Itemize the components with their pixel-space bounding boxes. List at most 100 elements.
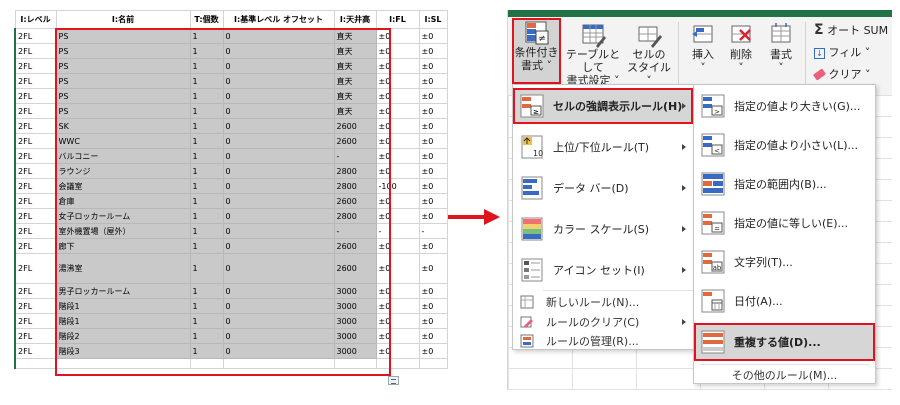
table-cell[interactable]: 2600 [333,253,377,284]
table-cell[interactable]: ±0 [375,103,420,119]
fill-button[interactable]: ↓ フィル ˅ [814,44,870,60]
table-cell[interactable]: 2FL [14,88,57,104]
submenu-item-less-than[interactable]: < 指定の値より小さい(L)... [694,127,875,163]
table-cell[interactable]: WWC [55,133,191,149]
table-cell[interactable]: ±0 [418,118,448,134]
table-cell[interactable]: 2600 [333,238,377,254]
table-cell[interactable]: ±0 [418,253,448,284]
table-cell[interactable]: ±0 [375,148,420,164]
table-cell[interactable]: - [333,223,377,239]
table-cell[interactable]: ±0 [418,193,448,209]
table-cell[interactable]: 1 [189,253,224,284]
table-cell[interactable]: 0 [222,133,335,149]
header-cell[interactable]: I:基準レベル オフセット [222,10,335,29]
table-cell[interactable]: 0 [222,163,335,179]
submenu-item-equal-to[interactable]: = 指定の値に等しい(E)... [694,205,875,241]
table-cell[interactable]: PS [55,43,191,59]
table-cell[interactable]: SK [55,118,191,134]
table-cell[interactable]: ±0 [375,133,420,149]
table-cell[interactable]: ±0 [418,73,448,89]
table-cell[interactable]: 直天 [333,58,377,74]
submenu-item-greater-than[interactable]: > 指定の値より大きい(G)... [694,88,875,124]
table-cell[interactable]: 0 [222,208,335,224]
table-cell[interactable]: ±0 [375,313,420,329]
table-cell[interactable]: 1 [189,148,224,164]
table-cell[interactable]: ±0 [375,298,420,314]
menu-item-data-bars[interactable]: データ バー(D) [513,170,693,206]
table-cell[interactable]: ±0 [418,58,448,74]
table-cell[interactable]: 0 [222,193,335,209]
menu-item-clear-rules[interactable]: ルールのクリア(C) [513,312,693,331]
table-cell[interactable]: 3000 [333,343,377,359]
table-cell[interactable]: - [375,223,420,239]
table-cell[interactable]: 2FL [14,58,57,74]
table-cell[interactable]: 2FL [14,163,57,179]
submenu-item-duplicate-values[interactable]: 重複する値(D)... [694,323,875,361]
table-cell[interactable]: 1 [189,193,224,209]
table-cell[interactable]: 0 [222,223,335,239]
table-cell[interactable]: 3000 [333,328,377,344]
table-cell[interactable]: 2800 [333,178,377,194]
menu-item-color-scales[interactable]: カラー スケール(S) [513,211,693,247]
table-cell[interactable]: 2800 [333,163,377,179]
menu-item-highlight-cells-rules[interactable]: ≥ セルの強調表示ルール(H) [513,88,693,124]
table-cell[interactable]: ±0 [418,283,448,299]
table-cell[interactable]: ±0 [418,43,448,59]
table-cell[interactable]: 1 [189,28,224,44]
table-cell[interactable]: ラウンジ [55,163,191,179]
empty-cell[interactable] [418,358,448,369]
cell-styles-button[interactable]: セルの スタイル ˅ [624,22,674,87]
empty-cell[interactable] [375,358,420,369]
table-cell[interactable]: 廊下 [55,238,191,254]
empty-cell[interactable] [14,358,57,369]
table-cell[interactable]: 2600 [333,118,377,134]
table-cell[interactable]: ±0 [375,28,420,44]
insert-cells-button[interactable]: 挿入 ˅ [686,22,720,74]
table-cell[interactable]: 2FL [14,253,57,284]
table-cell[interactable]: ±0 [418,328,448,344]
table-cell[interactable]: 0 [222,73,335,89]
table-cell[interactable]: 0 [222,28,335,44]
table-cell[interactable]: 1 [189,343,224,359]
table-cell[interactable]: 室外機置場（屋外） [55,223,191,239]
empty-cell[interactable] [333,358,377,369]
table-cell[interactable]: 2FL [14,148,57,164]
table-cell[interactable]: 2FL [14,223,57,239]
table-cell[interactable]: ±0 [418,238,448,254]
table-cell[interactable]: 1 [189,223,224,239]
table-cell[interactable]: 2600 [333,133,377,149]
table-cell[interactable]: 2FL [14,178,57,194]
table-cell[interactable]: - [333,148,377,164]
table-cell[interactable]: 0 [222,328,335,344]
table-cell[interactable]: ±0 [375,208,420,224]
table-cell[interactable]: 0 [222,43,335,59]
table-cell[interactable]: 湯沸室 [55,253,191,284]
table-cell[interactable]: 直天 [333,43,377,59]
table-cell[interactable]: PS [55,103,191,119]
table-cell[interactable]: 2FL [14,238,57,254]
submenu-item-date-occurring[interactable]: 日付(A)... [694,283,875,319]
table-cell[interactable]: 2FL [14,298,57,314]
table-cell[interactable]: バルコニー [55,148,191,164]
table-cell[interactable]: 2FL [14,328,57,344]
table-cell[interactable]: 3000 [333,298,377,314]
autosum-button[interactable]: Σ オート SUM [814,22,888,38]
table-cell[interactable]: 階段1 [55,298,191,314]
header-cell[interactable]: T:個数 [189,10,224,29]
header-cell[interactable]: I:天井高 [333,10,377,29]
table-cell[interactable]: ±0 [418,178,448,194]
table-cell[interactable]: ±0 [375,43,420,59]
table-cell[interactable]: 1 [189,283,224,299]
table-cell[interactable]: 2FL [14,28,57,44]
table-cell[interactable]: 1 [189,43,224,59]
table-cell[interactable]: 男子ロッカールーム [55,283,191,299]
table-cell[interactable]: 0 [222,283,335,299]
table-cell[interactable]: ±0 [375,163,420,179]
quick-analysis-icon[interactable] [388,376,399,385]
table-cell[interactable]: 2FL [14,43,57,59]
empty-cell[interactable] [222,358,335,369]
header-cell[interactable]: I:レベル [14,10,57,29]
table-cell[interactable]: 0 [222,118,335,134]
table-cell[interactable]: 0 [222,103,335,119]
table-cell[interactable]: 1 [189,298,224,314]
